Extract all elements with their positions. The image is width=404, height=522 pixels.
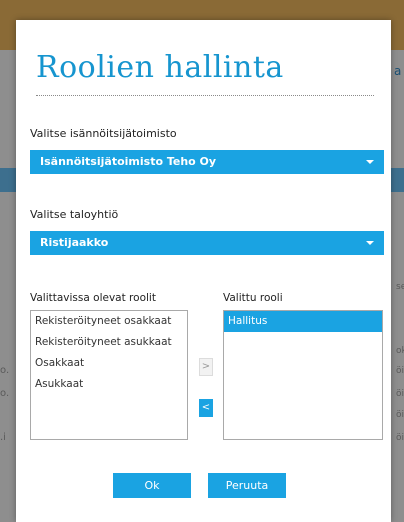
company-select[interactable]: Ristijaakko xyxy=(30,231,384,255)
move-right-button[interactable]: > xyxy=(199,358,213,376)
dialog-title: Roolien hallinta xyxy=(36,50,284,85)
list-item[interactable]: Osakkaat xyxy=(31,353,187,374)
company-select-value: Ristijaakko xyxy=(40,236,109,249)
background-text-fragment: .i xyxy=(0,432,6,443)
background-text-fragment: o. xyxy=(0,365,10,376)
selected-roles-label: Valittu rooli xyxy=(223,292,283,304)
list-item[interactable]: Hallitus xyxy=(224,311,382,332)
background-text-fragment: ok xyxy=(396,346,404,356)
company-select-label: Valitse taloyhtiö xyxy=(30,208,119,221)
background-text-fragment: öi xyxy=(396,366,404,376)
selected-roles-list[interactable]: Hallitus xyxy=(223,310,383,440)
cancel-button[interactable]: Peruuta xyxy=(208,473,286,498)
title-divider xyxy=(36,95,374,96)
list-item[interactable]: Rekisteröityneet osakkaat xyxy=(31,311,187,332)
list-item[interactable]: Asukkaat xyxy=(31,374,187,395)
available-roles-list[interactable]: Rekisteröityneet osakkaat Rekisteröityne… xyxy=(30,310,188,440)
roles-dialog: Roolien hallinta Valitse isännöitsijätoi… xyxy=(16,20,391,522)
available-roles-label: Valittavissa olevat roolit xyxy=(30,292,156,304)
background-text-fragment: öi xyxy=(396,410,404,420)
chevron-down-icon xyxy=(366,241,374,245)
background-link-fragment: a xyxy=(394,64,402,78)
background-text-fragment: se xyxy=(396,282,404,292)
office-select-value: Isännöitsijätoimisto Teho Oy xyxy=(40,155,217,168)
ok-button[interactable]: Ok xyxy=(113,473,191,498)
background-text-fragment: o. xyxy=(0,388,10,399)
office-select-label: Valitse isännöitsijätoimisto xyxy=(30,127,177,140)
move-left-button[interactable]: < xyxy=(199,399,213,417)
list-item[interactable]: Rekisteröityneet asukkaat xyxy=(31,332,187,353)
office-select[interactable]: Isännöitsijätoimisto Teho Oy xyxy=(30,150,384,174)
chevron-down-icon xyxy=(366,160,374,164)
background-text-fragment: öi xyxy=(396,433,404,443)
background-text-fragment: öi xyxy=(396,389,404,399)
